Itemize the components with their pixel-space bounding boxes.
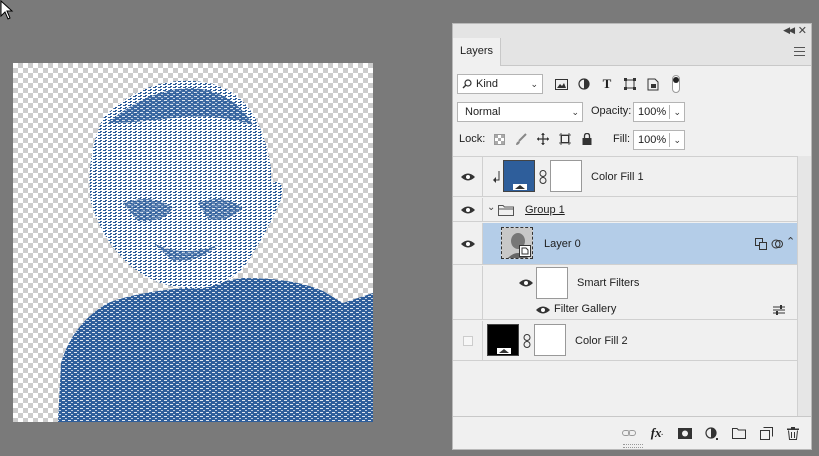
layer-group-1[interactable]: ⌄ Group 1 <box>453 198 797 222</box>
chevron-down-icon: ⌄ <box>571 107 579 117</box>
adjustment-filter-icon[interactable] <box>576 76 592 92</box>
layer-name[interactable]: Layer 0 <box>544 238 581 250</box>
eye-icon[interactable] <box>519 278 533 288</box>
layers-scrollbar[interactable] <box>797 156 811 418</box>
filter-blending-options-icon[interactable] <box>773 305 785 315</box>
panel-title-bar: ◀◀ ✕ <box>453 24 811 38</box>
eye-icon[interactable] <box>536 305 550 315</box>
visibility-column <box>453 266 483 300</box>
image-filter-icon[interactable] <box>553 76 569 92</box>
separator <box>669 105 670 119</box>
clipping-arrow-icon <box>493 171 500 183</box>
opacity-label: Opacity: <box>591 105 632 117</box>
layer-filter-gallery[interactable]: Filter Gallery <box>453 300 797 320</box>
search-icon <box>462 79 472 89</box>
layers-list: Color Fill 1 ⌄ Group 1 Layer 0 ⌃ Smart F… <box>453 156 797 418</box>
kind-filter-select[interactable]: Kind ⌄ <box>457 74 543 94</box>
document-canvas[interactable] <box>13 63 373 422</box>
blend-mode-value: Normal <box>465 106 501 118</box>
chevron-down-icon[interactable]: ⌄ <box>673 131 681 149</box>
blend-mode-select[interactable]: Normal ⌄ <box>457 102 583 122</box>
layer-name[interactable]: Color Fill 2 <box>575 335 628 347</box>
visibility-off-box[interactable] <box>463 336 473 346</box>
fill-field[interactable]: 100% ⌄ <box>633 130 685 150</box>
chevron-down-icon: ⌄ <box>530 79 538 89</box>
layers-panel: ◀◀ ✕ Layers Kind ⌄ T Normal ⌄ Opacity: 1… <box>452 23 812 450</box>
layer-thumbnail[interactable] <box>501 227 533 259</box>
fx-icon[interactable]: fx. <box>648 425 666 441</box>
layer-name[interactable]: Filter Gallery <box>554 303 616 315</box>
tab-layers[interactable]: Layers <box>453 38 501 66</box>
lock-icons <box>491 131 595 147</box>
layer-smart-filters[interactable]: Smart Filters <box>453 266 797 300</box>
eye-icon[interactable] <box>461 239 475 249</box>
panel-tab-bar: Layers <box>453 38 811 66</box>
layer-color-fill-1[interactable]: Color Fill 1 <box>453 157 797 197</box>
link-chain-icon[interactable] <box>539 170 547 184</box>
layer-mask-thumbnail[interactable] <box>550 160 582 192</box>
visibility-column <box>453 321 483 360</box>
new-adjustment-icon[interactable] <box>704 425 720 441</box>
smart-object-badge-icon <box>519 245 531 257</box>
resize-grip[interactable] <box>623 444 643 448</box>
collapse-panel-icon[interactable]: ◀◀ <box>783 25 795 36</box>
visibility-column <box>453 223 483 264</box>
close-panel-icon[interactable]: ✕ <box>798 24 807 37</box>
link-layers-icon[interactable] <box>621 425 637 441</box>
fill-value: 100% <box>638 134 667 146</box>
link-chain-icon[interactable] <box>523 334 531 348</box>
mouse-cursor-icon <box>0 0 14 20</box>
filter-type-icons: T <box>553 74 684 94</box>
separator <box>669 133 670 147</box>
filter-row: Kind ⌄ T <box>457 74 807 94</box>
delete-icon[interactable] <box>785 425 801 441</box>
filter-toggle-icon[interactable] <box>668 75 684 93</box>
lock-transparent-icon[interactable] <box>491 131 507 147</box>
opacity-value: 100% <box>638 106 667 118</box>
layer-thumbnail[interactable] <box>503 160 535 192</box>
lock-label: Lock: <box>459 133 486 145</box>
filter-mask-thumbnail[interactable] <box>536 267 568 299</box>
lock-artboard-icon[interactable] <box>557 131 573 147</box>
folder-icon <box>498 205 514 216</box>
fill-label: Fill: <box>613 133 631 145</box>
lock-position-icon[interactable] <box>535 131 551 147</box>
layer-name[interactable]: Smart Filters <box>577 277 639 289</box>
eye-icon[interactable] <box>461 205 475 215</box>
layer-name[interactable]: Group 1 <box>525 204 565 216</box>
panel-bottom-bar: fx. <box>453 416 811 449</box>
visibility-column <box>453 198 483 221</box>
visibility-column <box>453 300 483 319</box>
panel-menu-icon[interactable] <box>794 47 805 56</box>
layer-color-fill-2[interactable]: Color Fill 2 <box>453 321 797 361</box>
lock-paint-icon[interactable] <box>513 131 529 147</box>
smart-filter-indicator-icon <box>755 238 767 250</box>
lock-row: Lock: Fill: 100% ⌄ <box>457 130 807 150</box>
eye-icon[interactable] <box>461 172 475 182</box>
layer-layer-0[interactable]: Layer 0 ⌃ <box>453 223 797 265</box>
type-filter-icon[interactable]: T <box>599 76 615 92</box>
add-mask-icon[interactable] <box>677 425 693 441</box>
new-group-icon[interactable] <box>731 425 747 441</box>
fill-layer-badge-icon <box>513 184 527 190</box>
new-layer-icon[interactable] <box>758 425 774 441</box>
smart-object-filter-icon[interactable] <box>645 76 661 92</box>
layer-name[interactable]: Color Fill 1 <box>591 171 644 183</box>
layer-thumbnail[interactable] <box>487 324 519 356</box>
shape-filter-icon[interactable] <box>622 76 638 92</box>
halftone-portrait-image <box>58 80 373 422</box>
blending-options-icon[interactable] <box>771 238 783 250</box>
lock-all-icon[interactable] <box>579 131 595 147</box>
chevron-up-icon[interactable]: ⌃ <box>786 235 795 248</box>
chevron-down-icon[interactable]: ⌄ <box>487 202 495 213</box>
bottom-action-icons: fx. <box>621 425 801 441</box>
visibility-column <box>453 157 483 196</box>
layer-mask-thumbnail[interactable] <box>534 324 566 356</box>
kind-filter-label: Kind <box>476 78 499 90</box>
chevron-down-icon[interactable]: ⌄ <box>673 103 681 121</box>
blend-row: Normal ⌄ Opacity: 100% ⌄ <box>457 102 807 122</box>
fill-layer-badge-icon <box>497 348 511 354</box>
opacity-field[interactable]: 100% ⌄ <box>633 102 685 122</box>
